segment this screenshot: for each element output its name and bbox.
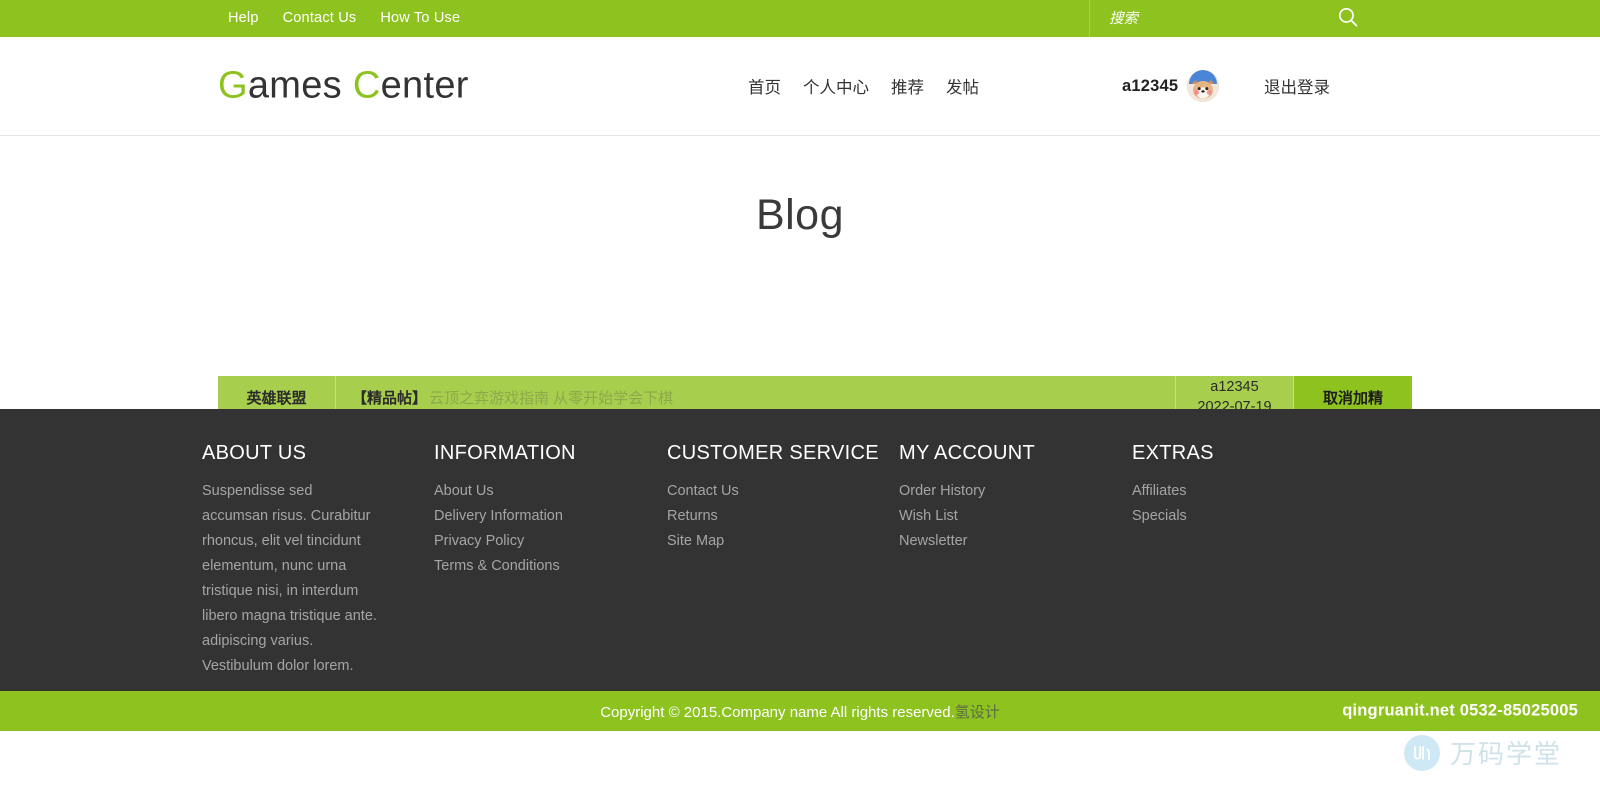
watermark-label: 万码学堂 <box>1449 740 1562 770</box>
footer-heading-my-account: MY ACCOUNT <box>899 442 1035 464</box>
nav-item-profile[interactable]: 个人中心 <box>803 74 891 98</box>
logo-rest-ames: ames <box>247 64 353 107</box>
user-avatar[interactable] <box>1187 70 1220 102</box>
footer-link-order-history[interactable]: Order History <box>899 479 1132 504</box>
footer-heading-about-us: ABOUT US <box>202 442 307 464</box>
main-nav: 首页 个人中心 推荐 发帖 <box>748 74 1016 98</box>
footer-columns: ABOUT US Suspendisse sed accumsan risus.… <box>202 442 1540 679</box>
top-bar-links: Help Contact Us How To Use <box>0 0 1089 37</box>
wanma-logo-icon <box>1403 734 1440 771</box>
watermark: 万码学堂 <box>1403 734 1562 771</box>
post-title-link[interactable]: 云顶之弈游戏指南 从零开始学会下棋 <box>429 387 673 408</box>
site-header: Games Center 首页 个人中心 推荐 发帖 a12345 退出登录 <box>0 37 1600 136</box>
logo-accent-g: G <box>218 64 248 107</box>
username-label: a12345 <box>1122 76 1179 95</box>
topbar-link-contact-us[interactable]: Contact Us <box>283 0 381 37</box>
nav-item-home[interactable]: 首页 <box>748 74 803 98</box>
footer-column-customer-service: CUSTOMER SERVICE Contact Us Returns Site… <box>667 442 899 679</box>
footer-column-extras: EXTRAS Affiliates Specials <box>1132 442 1214 679</box>
post-author: a12345 <box>1210 378 1259 395</box>
topbar-link-how-to-use[interactable]: How To Use <box>380 0 484 37</box>
search-button[interactable] <box>1328 0 1368 37</box>
footer-link-privacy-policy[interactable]: Privacy Policy <box>434 529 667 554</box>
logout-link[interactable]: 退出登录 <box>1264 74 1330 98</box>
copyright-text: Copyright © 2015.Company name All rights… <box>600 701 1000 722</box>
footer-link-affiliates[interactable]: Affiliates <box>1132 479 1214 504</box>
logo-accent-c: C <box>352 64 381 107</box>
site-footer: ABOUT US Suspendisse sed accumsan risus.… <box>0 409 1600 691</box>
footer-link-delivery-information[interactable]: Delivery Information <box>434 504 667 529</box>
search-area <box>1089 0 1600 37</box>
post-tag-badge: 【精品帖】 <box>352 390 428 407</box>
footer-about-text: Suspendisse sed accumsan risus. Curabitu… <box>202 483 377 674</box>
footer-link-newsletter[interactable]: Newsletter <box>899 529 1132 554</box>
copyright-text-en: Copyright © 2015.Company name All rights… <box>600 703 955 721</box>
site-logo[interactable]: Games Center <box>218 65 469 108</box>
footer-link-site-map[interactable]: Site Map <box>667 529 899 554</box>
top-bar: Help Contact Us How To Use <box>0 0 1600 37</box>
footer-link-contact-us[interactable]: Contact Us <box>667 479 899 504</box>
topbar-link-help[interactable]: Help <box>228 0 283 37</box>
footer-link-terms-conditions[interactable]: Terms & Conditions <box>434 554 667 579</box>
footer-column-my-account: MY ACCOUNT Order History Wish List Newsl… <box>899 442 1132 679</box>
user-area[interactable]: a12345 <box>1122 70 1220 102</box>
copyright-bar: Copyright © 2015.Company name All rights… <box>0 691 1600 731</box>
footer-column-about-us: ABOUT US Suspendisse sed accumsan risus.… <box>202 442 434 679</box>
search-input[interactable] <box>1090 0 1320 37</box>
logo-rest-enter: enter <box>380 64 469 107</box>
footer-link-specials[interactable]: Specials <box>1132 504 1214 529</box>
nav-item-post[interactable]: 发帖 <box>946 74 1001 98</box>
footer-column-information: INFORMATION About Us Delivery Informatio… <box>434 442 667 679</box>
footer-link-wish-list[interactable]: Wish List <box>899 504 1132 529</box>
page-title: Blog <box>755 191 845 239</box>
main-content: Blog 英雄联盟 【精品帖】 云顶之弈游戏指南 从零开始学会下棋 a12345… <box>0 136 1600 464</box>
search-icon <box>1337 6 1359 31</box>
site-contact-info: qingruanit.net 0532-85025005 <box>1342 701 1578 720</box>
footer-link-returns[interactable]: Returns <box>667 504 899 529</box>
copyright-text-cn: 氢设计 <box>954 703 1000 721</box>
footer-link-about-us[interactable]: About Us <box>434 479 667 504</box>
footer-heading-information: INFORMATION <box>434 442 576 464</box>
footer-heading-extras: EXTRAS <box>1132 442 1214 464</box>
footer-heading-customer-service: CUSTOMER SERVICE <box>667 442 879 464</box>
nav-item-recommend[interactable]: 推荐 <box>891 74 946 98</box>
